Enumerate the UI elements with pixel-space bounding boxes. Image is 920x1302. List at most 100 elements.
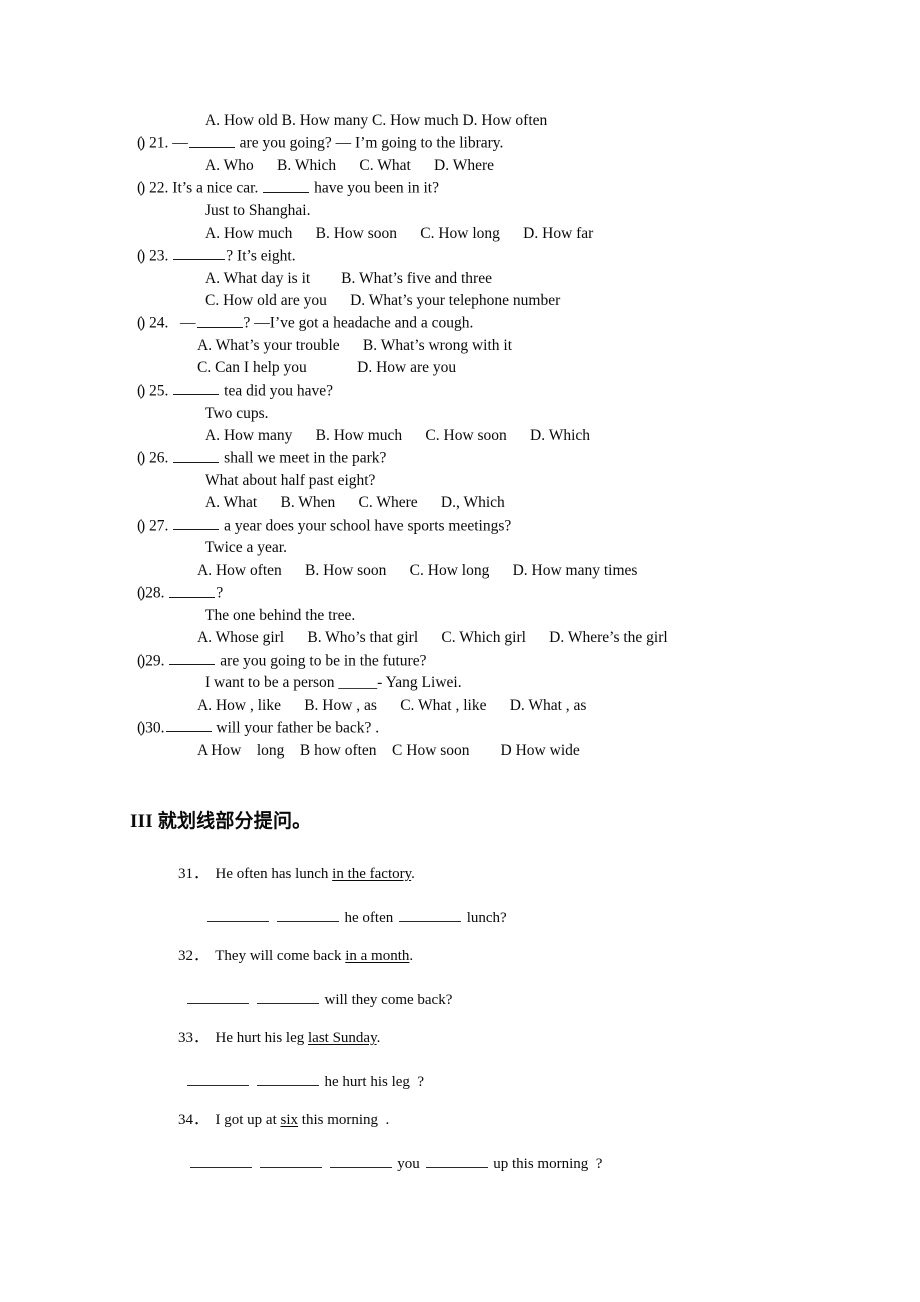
fb-underlined-32: in a month: [345, 948, 410, 965]
fb-answer-31: he often lunch?: [0, 903, 920, 933]
answer-paren-26[interactable]: (: [137, 447, 142, 469]
fb-answer-mid-34: you: [393, 1156, 424, 1173]
fb-prompt-after-32: .: [409, 948, 414, 965]
answer-paren-29[interactable]: (: [137, 650, 142, 672]
mc-options-30[interactable]: A How long B how often C How soon D How …: [0, 740, 920, 762]
inline-blank[interactable]: [173, 447, 220, 463]
mc-subline-27: Twice a year.: [205, 539, 287, 557]
inline-blank[interactable]: [165, 717, 212, 733]
fb-prompt-before-32: They will come back: [215, 948, 346, 965]
inline-blank[interactable]: [169, 650, 216, 665]
section-title-text: 就划线部分提问。: [157, 811, 312, 833]
answer-blank[interactable]: [276, 908, 339, 923]
mc-number-24: ) 24.: [140, 314, 169, 332]
inline-blank[interactable]: [188, 132, 235, 148]
answer-paren-28[interactable]: (: [137, 582, 142, 604]
mc-options-26[interactable]: A. What B. When C. Where D., Which: [0, 492, 920, 514]
mc-options-24-line1[interactable]: A. What’s your trouble B. What’s wrong w…: [0, 335, 920, 357]
answer-blank[interactable]: [187, 990, 249, 1005]
mc-stem-after-27: a year does your school have sports meet…: [220, 517, 512, 535]
fb-prompt-after-31: .: [411, 866, 415, 883]
mc-question-28: ( )28. ?: [0, 582, 920, 605]
inline-blank[interactable]: [173, 380, 220, 396]
mc-options-21[interactable]: A. Who B. Which C. What D. Where: [0, 155, 920, 177]
inline-blank[interactable]: [173, 515, 220, 531]
fb-prompt-34: 34． I got up at six this morning .: [0, 1105, 920, 1135]
fb-underlined-33: last Sunday: [308, 1030, 377, 1047]
answer-blank[interactable]: [256, 1072, 319, 1087]
mc-stem-after-25: tea did you have?: [220, 382, 334, 400]
mc-stem-before-24: —: [168, 314, 196, 332]
mc-question-24: ( ) 24. — ? —I’ve got a headache and a co…: [0, 312, 920, 335]
answer-paren-27[interactable]: (: [137, 515, 142, 537]
answer-blank[interactable]: [398, 908, 461, 923]
mc-options-22[interactable]: A. How much B. How soon C. How long D. H…: [0, 223, 920, 245]
answer-blank[interactable]: [425, 1154, 488, 1169]
inline-blank[interactable]: [169, 582, 216, 598]
fb-item-34: 34． I got up at six this morning . you u…: [0, 1105, 920, 1179]
answer-blank[interactable]: [187, 1072, 249, 1087]
mc-question-26: ( ) 26. shall we meet in the park?: [0, 447, 920, 470]
mc-subline-28: The one behind the tree.: [205, 606, 356, 624]
mc-stem-after-29: are you going to be in the future?: [216, 652, 427, 669]
fb-answer-end-32: will they come back?: [320, 992, 453, 1009]
fb-item-33: 33． He hurt his leg last Sunday. he hurt…: [0, 1023, 920, 1097]
mc-question-22: ( ) 22. It’s a nice car. have you been i…: [0, 177, 920, 200]
orphan-options-line: A. How old B. How many C. How much D. Ho…: [205, 112, 548, 129]
fb-answer-34: you up this morning ?: [0, 1149, 920, 1179]
fb-answer-end-31: lunch?: [462, 910, 507, 927]
mc-stem-before-21: —: [168, 134, 188, 152]
fb-number-33: 33．: [178, 1030, 209, 1047]
inline-blank[interactable]: [263, 177, 310, 193]
mc-options-23-line2[interactable]: C. How old are you D. What’s your teleph…: [0, 290, 920, 312]
mc-options-27[interactable]: A. How often B. How soon C. How long D. …: [0, 560, 920, 582]
mc-number-30: )30.: [140, 719, 165, 737]
mc-stem-before-28: [165, 585, 169, 602]
fb-prompt-31: 31． He often has lunch in the factory.: [0, 859, 920, 889]
fb-answer-end-34: up this morning ?: [489, 1156, 603, 1173]
mc-stem-after-22: have you been in it?: [310, 179, 439, 197]
answer-paren-22[interactable]: (: [137, 177, 142, 199]
mc-stem-after-24: ? —I’ve got a headache and a cough.: [243, 314, 474, 332]
answer-blank[interactable]: [256, 990, 319, 1005]
answer-blank[interactable]: [190, 1154, 252, 1169]
fb-item-32: 32． They will come back in a month. will…: [0, 941, 920, 1015]
answer-blank[interactable]: [207, 908, 269, 923]
inline-blank[interactable]: [173, 245, 226, 261]
mc-options-24-line2[interactable]: C. Can I help you D. How are you: [0, 357, 920, 379]
fb-item-31: 31． He often has lunch in the factory. h…: [0, 859, 920, 933]
answer-paren-21[interactable]: (: [137, 132, 142, 154]
mc-question-23: ( ) 23. ? It’s eight.: [0, 245, 920, 268]
mc-stem-before-25: [168, 382, 172, 399]
fb-prompt-before-33: He hurt his leg: [215, 1030, 308, 1047]
inline-blank[interactable]: [196, 312, 243, 328]
mc-options-23-line1[interactable]: A. What day is it B. What’s five and thr…: [0, 268, 920, 290]
mc-question-29: ( )29. are you going to be in the future…: [0, 650, 920, 673]
mc-subline-29: I want to be a person _____- Yang Liwei.: [205, 674, 462, 692]
fb-answer-mid-31: he often: [340, 910, 397, 927]
answer-blank[interactable]: [259, 1154, 322, 1169]
mc-options-28[interactable]: A. Whose girl B. Who’s that girl C. Whic…: [0, 627, 920, 649]
worksheet-page: A. How old B. How many C. How much D. Ho…: [0, 0, 920, 1302]
mc-question-30: ( )30. will your father be back? .: [0, 717, 920, 740]
mc-stem-before-23: [168, 247, 172, 264]
answer-paren-30[interactable]: (: [137, 717, 142, 739]
answer-paren-25[interactable]: (: [137, 380, 142, 402]
fb-prompt-before-31: He often has lunch: [215, 866, 333, 883]
fb-underlined-31: in the factory: [332, 866, 412, 883]
fb-number-31: 31．: [178, 866, 209, 883]
mc-stem-before-27: [168, 517, 172, 534]
mc-number-23: ) 23.: [140, 247, 169, 265]
mc-options-25[interactable]: A. How many B. How much C. How soon D. W…: [0, 425, 920, 447]
mc-subline-22: Just to Shanghai.: [205, 202, 311, 220]
mc-number-27: ) 27.: [140, 517, 169, 535]
answer-blank[interactable]: [329, 1154, 392, 1169]
fb-prompt-32: 32． They will come back in a month.: [0, 941, 920, 971]
answer-paren-24[interactable]: (: [137, 312, 142, 334]
mc-question-25: ( ) 25. tea did you have?: [0, 380, 920, 403]
mc-stem-before-22: It’s a nice car.: [168, 179, 263, 197]
fill-in-blank-section: 31． He often has lunch in the factory. h…: [0, 859, 920, 1179]
mc-options-29[interactable]: A. How , like B. How , as C. What , like…: [0, 695, 920, 717]
fb-answer-33: he hurt his leg ?: [0, 1067, 920, 1097]
answer-paren-23[interactable]: (: [137, 245, 142, 267]
